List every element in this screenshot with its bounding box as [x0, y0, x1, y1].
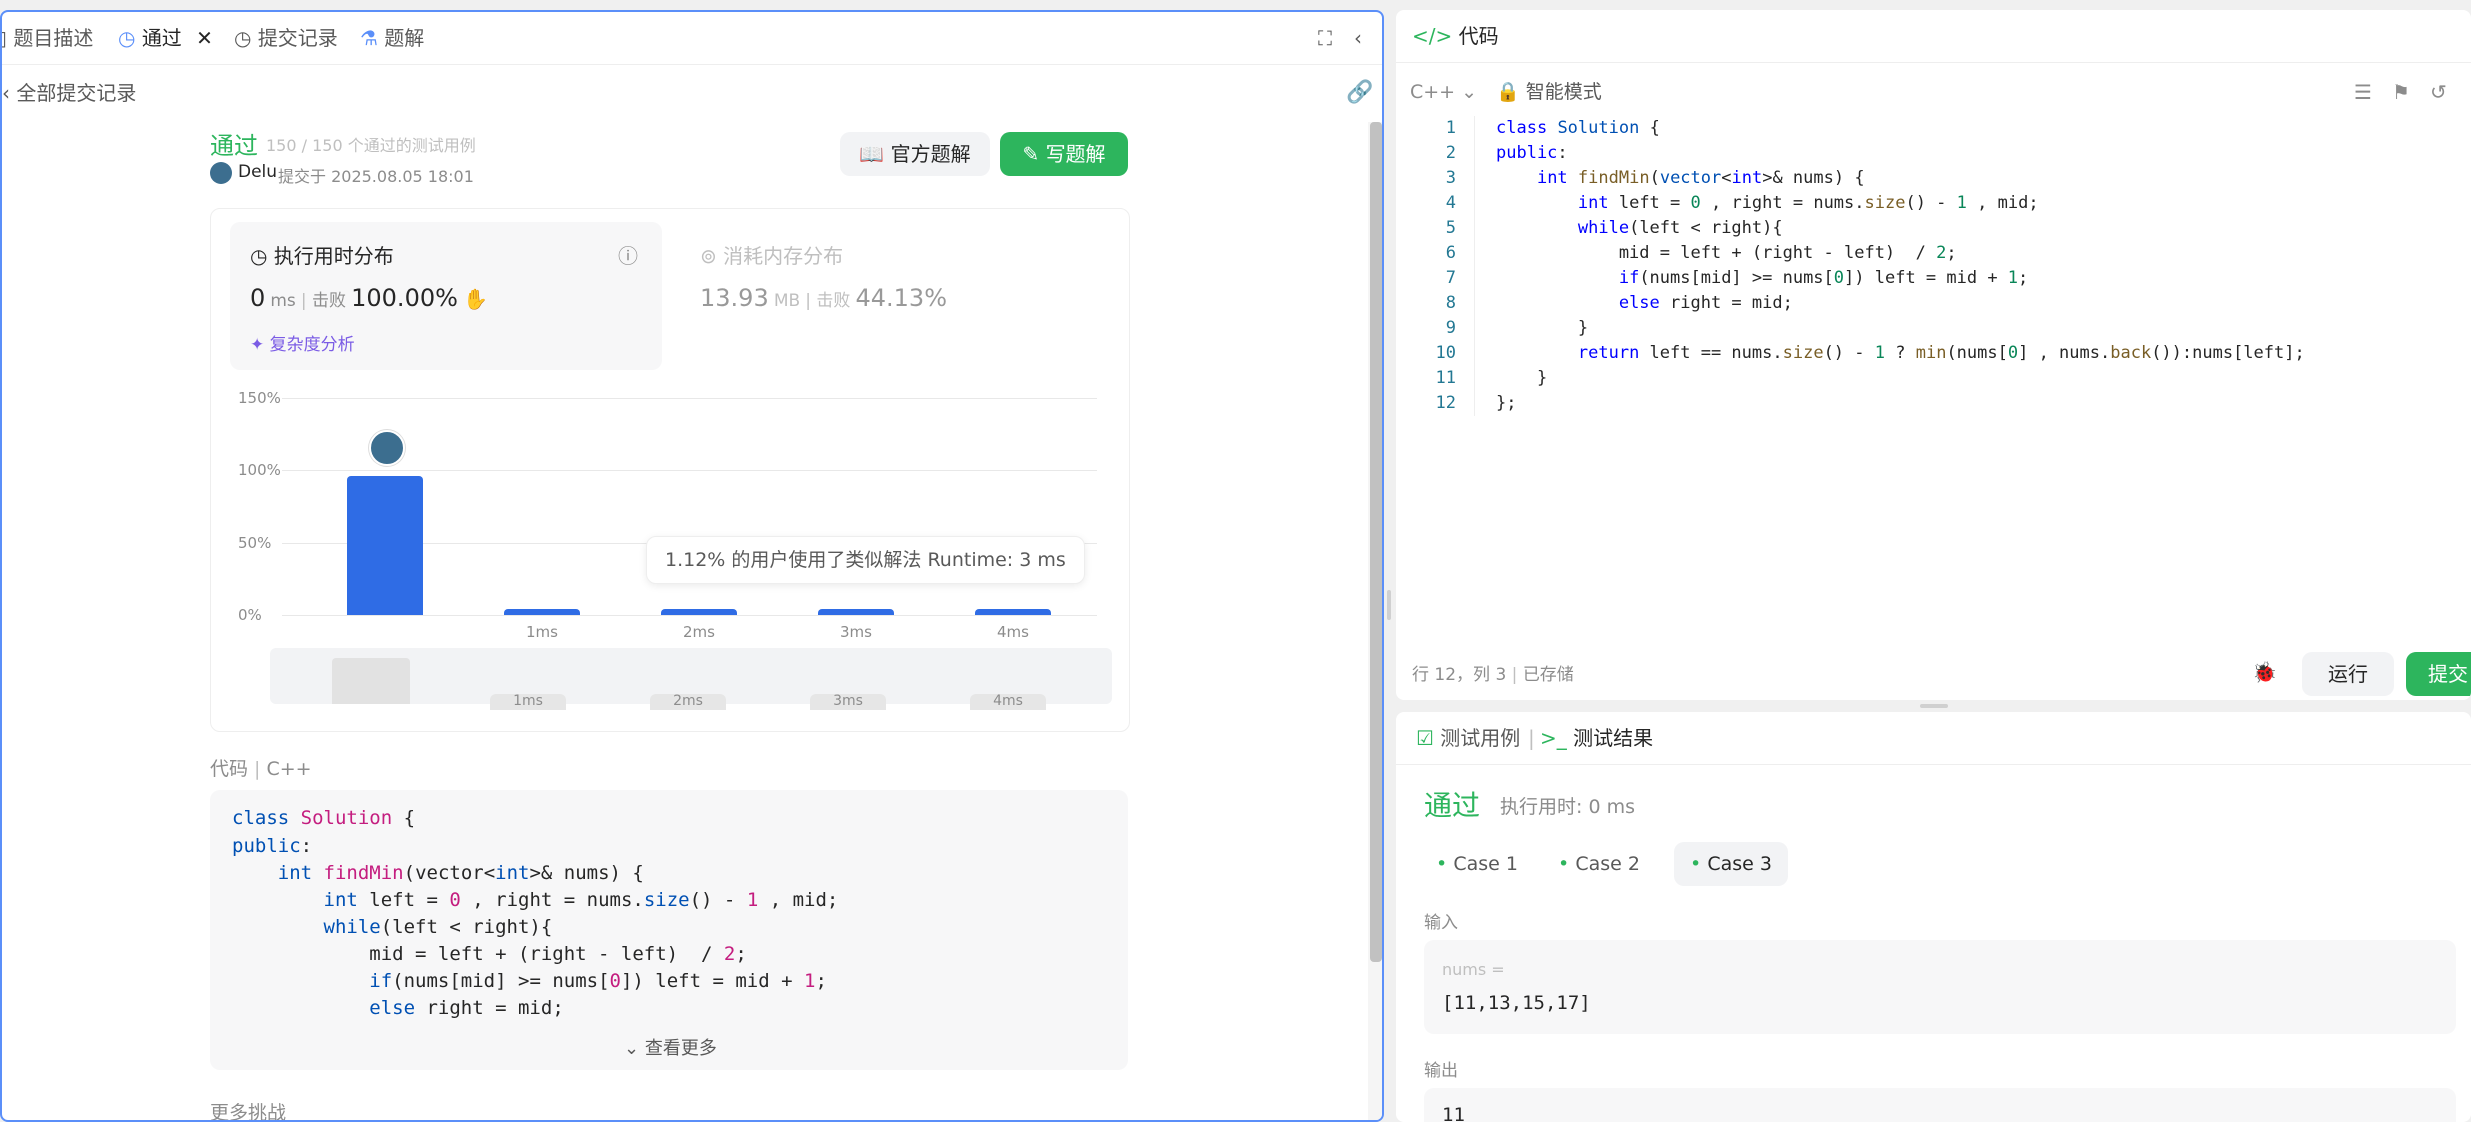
code-line[interactable]: if(nums[mid] >= nums[0]) left = mid + 1;: [1496, 266, 2028, 291]
line-number: 2: [1445, 143, 1456, 163]
checkbox-icon: ☑: [1416, 726, 1434, 750]
preview-line-3: int findMin(vector<int>& nums) {: [277, 862, 644, 884]
case-tab-3[interactable]: • Case 3: [1674, 842, 1788, 886]
lock-icon: 🔒: [1496, 81, 1520, 103]
more-challenges-title: 更多挑战: [210, 1102, 287, 1122]
preview-line-5: while(left < right){: [323, 916, 553, 938]
input-value: [11,13,15,17]: [1442, 992, 1591, 1014]
input-variable: nums =: [1442, 960, 1505, 979]
grid-line: [282, 615, 1097, 616]
line-number: 4: [1445, 193, 1456, 213]
code-line[interactable]: else right = mid;: [1496, 291, 1793, 316]
chevron-down-icon: ⌄: [624, 1038, 640, 1059]
overview-tick-label: 2ms: [650, 694, 726, 710]
input-label: 输入: [1424, 913, 1458, 933]
tab-code[interactable]: </> 代码: [1412, 10, 1499, 62]
x-tick-label: 2ms: [683, 623, 715, 641]
x-tick-label: 1ms: [526, 623, 558, 641]
overview-tick-label: 3ms: [810, 694, 886, 710]
runtime-bar[interactable]: [347, 476, 423, 615]
y-tick-label: 100%: [238, 461, 281, 480]
see-more-button[interactable]: ⌄ 查看更多: [624, 1034, 717, 1060]
left-panel: ▯ 题目描述 ◷ 通过 ✕ ◷ 提交记录 ⚗ 题解 ⛶ ‹ ‹ 全部提交记录 🔗…: [0, 10, 1384, 1122]
code-section-label: 代码 | C++: [210, 758, 312, 780]
line-number: 3: [1445, 168, 1456, 188]
format-icon[interactable]: ☰: [2354, 80, 2372, 104]
code-line[interactable]: };: [1496, 391, 1516, 416]
chevron-down-icon: ⌄: [1461, 81, 1478, 103]
output-label: 输出: [1424, 1061, 1458, 1081]
overview-tick-label: 4ms: [970, 694, 1046, 710]
user-marker-avatar: [369, 430, 405, 467]
x-tick-label: 4ms: [997, 623, 1029, 641]
input-box[interactable]: [1424, 940, 2456, 1034]
preview-line-1: class Solution {: [232, 807, 416, 829]
smart-mode[interactable]: 🔒 智能模式: [1496, 68, 1602, 116]
result-panel: ☑ 测试用例 | >_ 测试结果 通过 执行用时: 0 ms • Case 1 …: [1396, 712, 2471, 1122]
runtime-bar[interactable]: [661, 609, 737, 615]
preview-line-7: if(nums[mid] >= nums[0]) left = mid + 1;: [369, 970, 827, 992]
preview-line-4: int left = 0 , right = nums.size() - 1 ,…: [323, 889, 839, 911]
code-icon: </>: [1412, 24, 1453, 48]
case-tab-1[interactable]: • Case 1: [1422, 842, 1532, 886]
line-number: 7: [1445, 268, 1456, 288]
horizontal-splitter[interactable]: [1920, 704, 1948, 708]
code-line[interactable]: return left == nums.size() - 1 ? min(num…: [1496, 341, 2305, 366]
line-number: 9: [1445, 318, 1456, 338]
preview-line-6: mid = left + (right - left) / 2;: [232, 943, 747, 965]
reset-icon[interactable]: ↺: [2430, 80, 2447, 104]
runtime-bar[interactable]: [504, 609, 580, 615]
code-line[interactable]: mid = left + (right - left) / 2;: [1496, 241, 1957, 266]
submit-button[interactable]: 提交: [2406, 652, 2471, 696]
run-button[interactable]: 运行: [2302, 652, 2394, 696]
line-number: 1: [1445, 118, 1456, 138]
line-number: 8: [1445, 293, 1456, 313]
editor-panel: </> 代码 C++ ⌄ 🔒 智能模式 ☰ ⚑ ↺ 1 class Solutio…: [1396, 10, 2471, 700]
debug-icon[interactable]: 🐞: [2252, 660, 2277, 684]
code-line[interactable]: int findMin(vector<int>& nums) {: [1496, 166, 1865, 191]
vertical-splitter[interactable]: [1387, 590, 1391, 620]
code-line[interactable]: while(left < right){: [1496, 216, 1783, 241]
line-number: 6: [1445, 243, 1456, 263]
runtime-chart[interactable]: 150% 100% 50% 0% 1ms 2ms 3ms 4ms: [2, 12, 1382, 732]
runtime-bar[interactable]: [975, 609, 1051, 615]
code-line[interactable]: class Solution {: [1496, 116, 1660, 141]
preview-line-8: else right = mid;: [369, 997, 564, 1019]
y-tick-label: 150%: [238, 389, 281, 407]
tab-test-results[interactable]: >_ 测试结果: [1540, 712, 1653, 764]
tab-testcases[interactable]: ☑ 测试用例: [1416, 712, 1520, 764]
grid-line: [282, 398, 1097, 399]
code-line[interactable]: int left = 0 , right = nums.size() - 1 ,…: [1496, 191, 2039, 216]
code-line[interactable]: public:: [1496, 141, 1568, 166]
x-tick-label: 3ms: [840, 623, 872, 641]
overview-selection[interactable]: [332, 658, 410, 704]
gutter-divider: [1474, 116, 1475, 416]
editor-tabbar: </> 代码: [1396, 10, 2471, 63]
terminal-icon: >_: [1540, 726, 1567, 750]
chart-tooltip: 1.12% 的用户使用了类似解法 Runtime: 3 ms: [646, 536, 1085, 584]
code-line[interactable]: }: [1496, 366, 1547, 391]
line-number: 10: [1435, 343, 1456, 363]
bookmark-icon[interactable]: ⚑: [2392, 80, 2410, 104]
line-number: 11: [1435, 368, 1456, 388]
code-editor[interactable]: 1 class Solution { 2 public: 3 int findMin(v…: [1396, 116, 2471, 416]
line-number: 12: [1435, 393, 1456, 413]
y-tick-label: 50%: [238, 533, 272, 552]
language-select[interactable]: C++ ⌄: [1410, 68, 1477, 116]
result-tabbar: ☑ 测试用例 | >_ 测试结果: [1396, 712, 2471, 765]
output-value: 11: [1442, 1104, 1465, 1122]
overview-tick-label: 1ms: [490, 694, 566, 710]
case-tab-2[interactable]: • Case 2: [1544, 842, 1654, 886]
output-box[interactable]: [1424, 1088, 2456, 1122]
code-line[interactable]: }: [1496, 316, 1588, 341]
grid-line: [282, 470, 1097, 472]
runtime-bar[interactable]: [818, 609, 894, 615]
cursor-position: 行 12，列 3 | 已存储: [1412, 665, 1574, 685]
line-number: 5: [1445, 218, 1456, 238]
preview-line-2: public:: [232, 835, 313, 857]
y-tick-label: 0%: [238, 606, 262, 624]
result-status: 通过: [1424, 789, 1481, 822]
result-runtime: 执行用时: 0 ms: [1500, 796, 1635, 818]
